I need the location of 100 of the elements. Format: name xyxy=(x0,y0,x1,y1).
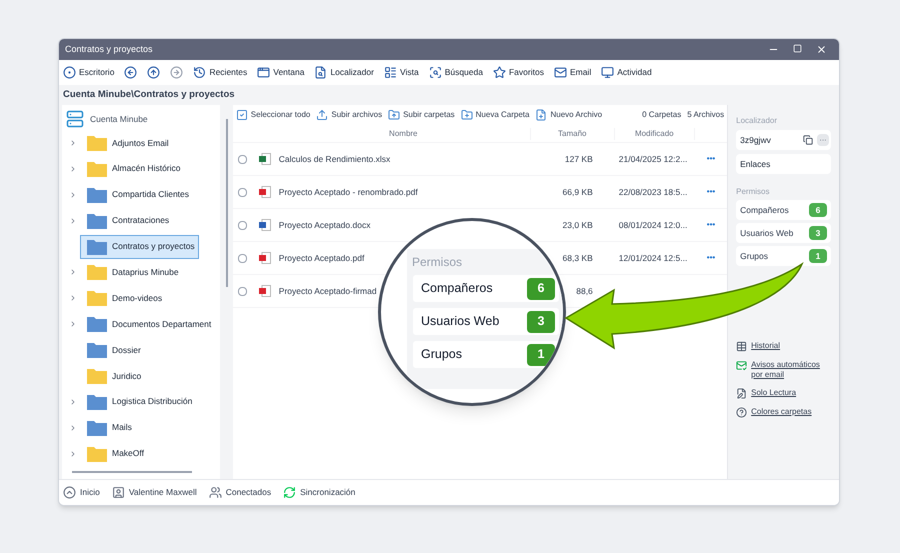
expand-chevron-icon[interactable] xyxy=(69,190,77,199)
action-button[interactable]: Subir carpetas xyxy=(388,109,455,121)
column-header[interactable]: Tamaño xyxy=(530,128,615,140)
permission-row[interactable]: Usuarios Web 3 xyxy=(412,307,560,336)
column-header[interactable]: Modificado xyxy=(614,128,695,140)
search-icon xyxy=(428,66,442,79)
folder-tree-item[interactable]: Contrataciones xyxy=(80,208,174,233)
folder-tree-item[interactable]: Dossier xyxy=(80,338,145,362)
copy-icon[interactable] xyxy=(803,135,813,145)
toolbar-button[interactable]: Localizador xyxy=(314,66,374,79)
status-item[interactable]: Sincronización xyxy=(283,486,356,499)
permission-label: Usuarios Web xyxy=(740,226,794,240)
row-checkbox[interactable] xyxy=(238,154,247,164)
more-button[interactable]: ••• xyxy=(706,153,716,165)
folder-tree-item[interactable]: Adjuntos Email xyxy=(80,130,173,155)
action-button[interactable]: Nuevo Archivo xyxy=(535,109,602,121)
row-checkbox[interactable] xyxy=(238,220,247,230)
horizontal-scrollbar[interactable] xyxy=(72,471,192,473)
permission-label: Usuarios Web xyxy=(421,313,500,330)
document-edit-icon xyxy=(736,388,748,399)
count-badge: 1 xyxy=(527,344,555,366)
side-link[interactable]: Solo Lectura xyxy=(751,388,796,398)
expand-chevron-icon[interactable] xyxy=(69,320,77,328)
expand-chevron-icon[interactable] xyxy=(69,424,77,432)
toolbar-button[interactable]: Ventana xyxy=(257,66,304,79)
file-size: 88,6 xyxy=(576,284,593,298)
file-name: Proyecto Aceptado.docx xyxy=(278,220,370,230)
permission-row[interactable]: Grupos 1 xyxy=(412,340,560,369)
folder-tree-item[interactable]: Documentos Departament xyxy=(80,312,216,336)
expand-chevron-icon[interactable] xyxy=(69,294,77,302)
expand-chevron-icon[interactable] xyxy=(69,398,77,406)
status-item[interactable]: Inicio xyxy=(63,486,100,499)
breadcrumb-path: Cuenta Minube\Contratos y proyectos xyxy=(63,88,235,102)
expand-chevron-icon[interactable] xyxy=(69,138,77,147)
status-item[interactable]: Valentine Maxwell xyxy=(112,486,197,499)
action-button[interactable]: Seleccionar todo xyxy=(236,109,310,121)
pdf-file-icon xyxy=(258,186,271,198)
folder-tree-item[interactable]: Juridico xyxy=(80,364,146,388)
folder-tree-item[interactable]: Logistica Distribución xyxy=(80,390,196,414)
more-button[interactable]: ••• xyxy=(706,252,716,264)
folder-tree-item[interactable]: Almacén Histórico xyxy=(80,156,184,181)
list-icon xyxy=(384,66,397,79)
toolbar-button[interactable]: Escritorio xyxy=(63,66,114,79)
file-size: 127 KB xyxy=(564,152,593,166)
count-badge: 6 xyxy=(527,278,555,300)
file-name: Calculos de Rendimiento.xlsx xyxy=(278,154,390,164)
vertical-scrollbar[interactable] xyxy=(226,119,228,287)
expand-chevron-icon[interactable] xyxy=(69,268,77,276)
status-item[interactable]: Conectados xyxy=(208,486,272,499)
folder-tree-item[interactable]: Compartida Clientes xyxy=(80,182,194,207)
modified-date: 22/08/2023 18:5... xyxy=(618,186,688,198)
permission-row[interactable]: Usuarios Web 3 xyxy=(736,223,831,243)
clock-icon xyxy=(193,66,206,79)
window-icon xyxy=(257,66,270,79)
document-search-icon xyxy=(314,66,328,79)
file-size: 23,0 KB xyxy=(562,218,593,232)
toolbar-button[interactable]: Recientes xyxy=(193,66,248,79)
upload-icon xyxy=(316,109,328,121)
folder-tree-item[interactable]: Contratos y proyectos xyxy=(80,234,199,258)
back-icon[interactable] xyxy=(124,66,138,79)
section-label: Localizador xyxy=(736,115,778,127)
row-checkbox[interactable] xyxy=(238,286,247,296)
folder-tree-item[interactable]: Dataprius Minube xyxy=(80,260,183,284)
expand-chevron-icon[interactable] xyxy=(69,216,77,225)
server-icon xyxy=(66,110,84,128)
folder-tree-item[interactable]: Mails xyxy=(80,416,136,440)
folder-tree-item[interactable]: MakeOff xyxy=(80,442,148,466)
pdf-file-icon xyxy=(258,252,271,264)
expand-chevron-icon[interactable] xyxy=(69,164,77,173)
permission-row[interactable]: Grupos 1 xyxy=(736,246,831,266)
toolbar-button[interactable]: Búsqueda xyxy=(428,66,483,79)
toolbar-button[interactable]: Vista xyxy=(384,66,419,79)
action-button[interactable]: Subir archivos xyxy=(316,109,382,121)
file-size: 68,3 KB xyxy=(562,252,593,264)
permission-label: Grupos xyxy=(421,346,462,364)
more-button[interactable]: ••• xyxy=(706,186,716,198)
folder-upload-icon xyxy=(388,109,400,121)
tree-root-label: Cuenta Minube xyxy=(90,112,148,126)
side-link[interactable]: Colores carpetas xyxy=(751,407,812,417)
toolbar-button[interactable]: Email xyxy=(554,66,592,79)
users-icon xyxy=(208,486,222,499)
close-icon[interactable] xyxy=(816,44,827,55)
toolbar-button[interactable]: Favoritos xyxy=(492,66,544,79)
column-header[interactable]: Nombre xyxy=(232,128,531,140)
action-button[interactable]: Nueva Carpeta xyxy=(460,109,530,121)
folder-tree-item[interactable]: Demo-videos xyxy=(80,286,166,310)
permission-row[interactable]: Compañeros 6 xyxy=(736,200,831,220)
help-icon xyxy=(736,407,748,418)
side-link[interactable]: Avisos automáticos por email xyxy=(751,360,831,380)
up-icon[interactable] xyxy=(147,66,160,79)
permission-row[interactable]: Compañeros 6 xyxy=(412,274,560,303)
toolbar-button[interactable]: Actividad xyxy=(601,66,652,79)
expand-chevron-icon[interactable] xyxy=(69,450,77,458)
row-checkbox[interactable] xyxy=(238,188,247,196)
maximize-icon[interactable] xyxy=(793,44,802,53)
links-field[interactable]: Enlaces xyxy=(736,154,831,174)
side-link[interactable]: Historial xyxy=(751,341,780,351)
row-checkbox[interactable] xyxy=(238,254,247,262)
mail-icon xyxy=(554,66,567,79)
more-button[interactable]: ••• xyxy=(706,219,716,231)
